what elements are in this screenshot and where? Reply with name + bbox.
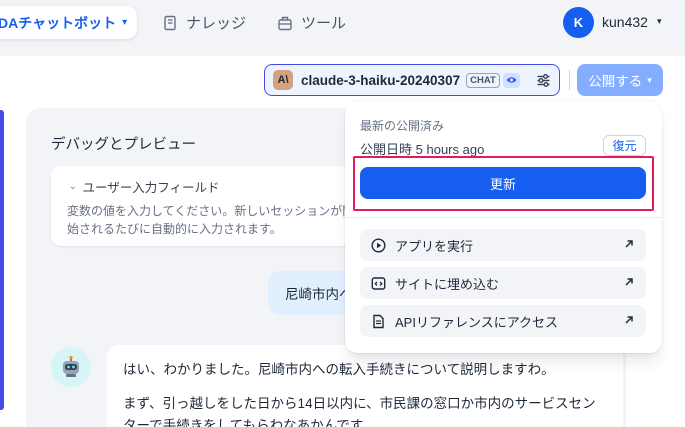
- username[interactable]: kun432: [602, 14, 648, 30]
- publish-button[interactable]: 公開する ▾: [577, 64, 663, 96]
- debug-preview-title: デバッグとプレビュー: [51, 137, 196, 153]
- nav-tab-knowledge[interactable]: ナレッジ: [162, 12, 246, 33]
- embed-site-button[interactable]: サイトに埋め込む: [360, 267, 646, 299]
- arrow-up-right-icon: [625, 316, 633, 324]
- bot-message: はい、わかりました。尼崎市内への転入手続きについて説明しますわ。 まず、引っ越し…: [107, 345, 623, 427]
- run-app-label: アプリを実行: [395, 238, 474, 254]
- robot-icon: [63, 355, 79, 377]
- embed-site-label: サイトに埋め込む: [395, 276, 500, 292]
- book-icon: [164, 15, 176, 30]
- toolbar-divider: [569, 70, 570, 90]
- update-button[interactable]: 更新: [360, 167, 646, 199]
- user-input-fields-title: ユーザー入力フィールド: [82, 181, 220, 195]
- nav-tab-tools[interactable]: ツール: [277, 12, 346, 33]
- play-circle-icon: [371, 237, 386, 253]
- api-reference-button[interactable]: APIリファレンスにアクセス: [360, 305, 646, 337]
- latest-published-label: 最新の公開済み: [360, 119, 445, 133]
- bot-message-paragraph: まず、引っ越しをした日から14日以内に、市民課の窓口か市内のサービスセンターで手…: [123, 396, 596, 427]
- restore-button[interactable]: 復元: [603, 135, 646, 156]
- toolbox-icon: [278, 16, 292, 30]
- chevron-down-icon: ⌄: [69, 181, 77, 191]
- embed-icon: [371, 276, 386, 291]
- divider: [345, 217, 662, 218]
- chevron-down-icon: ▾: [122, 17, 128, 28]
- api-reference-label: APIリファレンスにアクセス: [395, 314, 559, 330]
- sliders-icon[interactable]: [536, 73, 551, 88]
- arrow-up-right-icon: [625, 278, 633, 286]
- user-input-fields-toggle[interactable]: ⌄ ユーザー入力フィールド: [69, 177, 220, 196]
- bot-message-paragraph: はい、わかりました。尼崎市内への転入手続きについて説明しますわ。: [123, 362, 555, 377]
- left-panel-edge: [0, 110, 4, 410]
- eye-icon: [502, 72, 520, 88]
- user-input-fields-card: ⌄ ユーザー入力フィールド 変数の値を入力してください。新しいセッションが開始さ…: [51, 166, 361, 246]
- model-mode-badge: CHAT: [466, 72, 500, 88]
- published-time-value: 5 hours ago: [415, 142, 485, 157]
- app-switcher[interactable]: DAチャットボット ▾: [0, 6, 137, 39]
- document-icon: [371, 314, 386, 329]
- bot-avatar: [51, 347, 91, 387]
- publish-dropdown: 最新の公開済み 公開日時 5 hours ago 復元 更新 アプリを実行 サイ…: [345, 101, 662, 353]
- arrow-up-right-icon: [625, 240, 633, 248]
- chevron-down-icon: ▾: [647, 74, 652, 85]
- avatar[interactable]: K: [563, 7, 594, 38]
- model-selector[interactable]: A\ claude-3-haiku-20240307 CHAT: [264, 64, 560, 96]
- user-input-fields-description: 変数の値を入力してください。新しいセッションが開始されるたびに自動的に入力されま…: [67, 204, 355, 236]
- run-app-button[interactable]: アプリを実行: [360, 229, 646, 261]
- chevron-down-icon[interactable]: ▾: [657, 16, 662, 27]
- nav-tab-label: ツール: [301, 15, 347, 32]
- published-time-label: 公開日時: [360, 142, 413, 157]
- top-navigation: DAチャットボット ▾ ナレッジ ツール K kun432 ▾: [0, 0, 685, 46]
- nav-tab-label: ナレッジ: [186, 15, 247, 32]
- model-name: claude-3-haiku-20240307: [301, 72, 461, 88]
- anthropic-logo-icon: A\: [273, 70, 293, 90]
- publish-button-label: 公開する: [588, 74, 643, 89]
- app-name: DAチャットボット: [0, 14, 117, 31]
